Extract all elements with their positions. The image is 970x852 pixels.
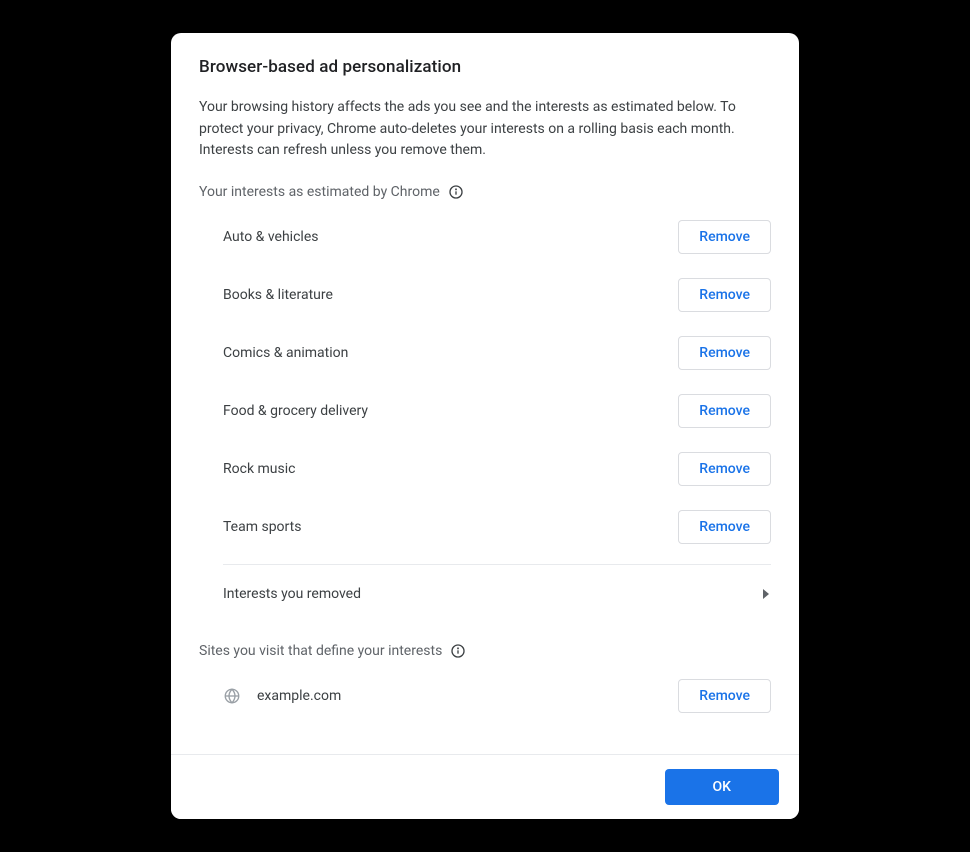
dialog-title: Browser-based ad personalization — [199, 57, 771, 77]
interests-label-text: Your interests as estimated by Chrome — [199, 184, 440, 200]
ad-personalization-dialog: Browser-based ad personalization Your br… — [171, 33, 799, 819]
remove-button[interactable]: Remove — [678, 679, 771, 713]
sites-label-text: Sites you visit that define your interes… — [199, 643, 442, 659]
interests-removed-expander[interactable]: Interests you removed — [199, 565, 771, 623]
sites-section: Sites you visit that define your interes… — [199, 643, 771, 725]
interest-label: Auto & vehicles — [223, 229, 318, 245]
interest-label: Food & grocery delivery — [223, 403, 368, 419]
remove-button[interactable]: Remove — [678, 452, 771, 486]
sites-section-label: Sites you visit that define your interes… — [199, 643, 771, 659]
interest-row: Food & grocery delivery Remove — [223, 382, 771, 440]
interest-label: Books & literature — [223, 287, 333, 303]
dialog-content: Browser-based ad personalization Your br… — [171, 33, 799, 754]
interests-list: Auto & vehicles Remove Books & literatur… — [199, 208, 771, 556]
interests-section-label: Your interests as estimated by Chrome — [199, 184, 771, 200]
interest-row: Team sports Remove — [223, 498, 771, 556]
interest-row: Auto & vehicles Remove — [223, 208, 771, 266]
remove-button[interactable]: Remove — [678, 394, 771, 428]
dialog-description: Your browsing history affects the ads yo… — [199, 97, 771, 162]
site-label: example.com — [257, 688, 341, 704]
interests-removed-label: Interests you removed — [223, 586, 361, 602]
remove-button[interactable]: Remove — [678, 278, 771, 312]
globe-icon — [223, 687, 241, 705]
dialog-footer: OK — [171, 754, 799, 819]
interest-label: Comics & animation — [223, 345, 348, 361]
interest-label: Rock music — [223, 461, 295, 477]
info-icon[interactable] — [448, 184, 464, 200]
remove-button[interactable]: Remove — [678, 336, 771, 370]
info-icon[interactable] — [450, 643, 466, 659]
interest-row: Comics & animation Remove — [223, 324, 771, 382]
interest-row: Books & literature Remove — [223, 266, 771, 324]
chevron-right-icon — [761, 589, 771, 599]
interest-row: Rock music Remove — [223, 440, 771, 498]
site-row-left: example.com — [223, 687, 341, 705]
remove-button[interactable]: Remove — [678, 220, 771, 254]
site-row: example.com Remove — [199, 667, 771, 725]
ok-button[interactable]: OK — [665, 769, 780, 805]
interest-label: Team sports — [223, 519, 301, 535]
remove-button[interactable]: Remove — [678, 510, 771, 544]
